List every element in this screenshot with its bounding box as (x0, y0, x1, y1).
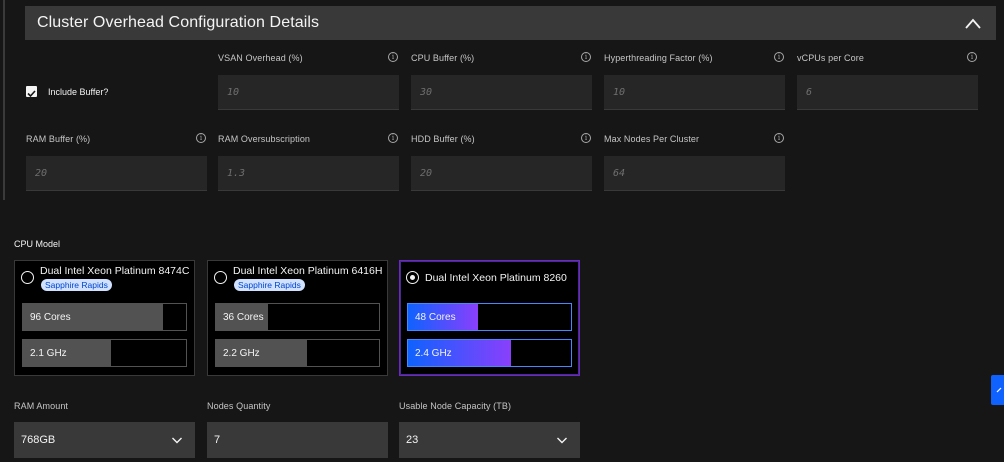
vsan-overhead-input[interactable]: 10 (218, 75, 399, 110)
hyperthreading-factor-label: Hyperthreading Factor (%) (604, 53, 713, 63)
info-icon[interactable]: i (581, 133, 591, 143)
ram-buffer-placeholder: 20 (35, 168, 48, 179)
ram-buffer-input[interactable]: 20 (26, 156, 207, 191)
cores-bar: 96 Cores (22, 303, 187, 331)
cores-value: 48 Cores (415, 312, 456, 323)
hdd-buffer-placeholder: 20 (420, 168, 433, 179)
frequency-bar: 2.1 GHz (22, 339, 187, 367)
checkmark-icon (27, 90, 36, 98)
ram-oversubscription-label: RAM Oversubscription (218, 134, 311, 144)
cpu-card-8260[interactable]: Dual Intel Xeon Platinum 8260 48 Cores 2… (399, 260, 580, 376)
chevron-down-icon (557, 437, 567, 444)
ram-amount-label: RAM Amount (14, 401, 69, 411)
cores-bar: 48 Cores (407, 303, 572, 331)
chevron-up-icon[interactable] (964, 15, 982, 33)
cpu-family-tag: Sapphire Rapids (234, 279, 305, 291)
cpu-card-6416h[interactable]: Dual Intel Xeon Platinum 6416H Sapphire … (207, 260, 388, 376)
nodes-quantity-label: Nodes Quantity (207, 401, 271, 411)
nodes-quantity-input[interactable]: 7 (207, 422, 388, 458)
ram-buffer-label: RAM Buffer (%) (26, 134, 91, 144)
include-buffer-label: Include Buffer? (48, 87, 109, 97)
arrow-up-icon (996, 387, 1002, 393)
accordion-header[interactable]: Cluster Overhead Configuration Details (25, 6, 996, 40)
radio-button[interactable] (21, 271, 34, 284)
include-buffer-checkbox[interactable] (26, 86, 37, 98)
info-icon[interactable]: i (967, 52, 977, 62)
back-to-top-button[interactable] (991, 375, 1004, 405)
usable-capacity-value: 23 (406, 434, 419, 446)
ram-oversubscription-placeholder: 1.3 (227, 168, 246, 179)
hdd-buffer-input[interactable]: 20 (411, 156, 592, 191)
info-icon[interactable]: i (581, 52, 591, 62)
cpu-buffer-input[interactable]: 30 (411, 75, 592, 110)
info-icon[interactable]: i (196, 133, 206, 143)
max-nodes-label: Max Nodes Per Cluster (604, 134, 700, 144)
vsan-overhead-label: VSAN Overhead (%) (218, 53, 303, 63)
cpu-buffer-label: CPU Buffer (%) (411, 53, 475, 63)
vcpus-per-core-input[interactable]: 6 (797, 75, 978, 110)
info-icon[interactable]: i (388, 52, 398, 62)
cores-value: 96 Cores (30, 312, 71, 323)
frequency-value: 2.1 GHz (30, 348, 67, 359)
radio-button-selected[interactable] (406, 271, 419, 284)
usable-capacity-label: Usable Node Capacity (TB) (399, 401, 512, 411)
max-nodes-placeholder: 64 (613, 168, 626, 179)
ram-amount-dropdown[interactable]: 768GB (14, 422, 195, 458)
cpu-card-8474c[interactable]: Dual Intel Xeon Platinum 8474C Sapphire … (14, 260, 195, 376)
frequency-value: 2.4 GHz (415, 348, 452, 359)
cores-bar: 36 Cores (215, 303, 380, 331)
max-nodes-input[interactable]: 64 (604, 156, 785, 191)
cpu-card-title: Dual Intel Xeon Platinum 8260 (425, 272, 567, 284)
cores-value: 36 Cores (223, 312, 264, 323)
frequency-value: 2.2 GHz (223, 348, 260, 359)
frequency-bar: 2.4 GHz (407, 339, 572, 367)
vsan-overhead-placeholder: 10 (227, 87, 240, 98)
nodes-quantity-value: 7 (214, 434, 221, 446)
panel-border (3, 0, 5, 200)
radio-button[interactable] (214, 271, 227, 284)
page: Cluster Overhead Configuration Details I… (0, 0, 1004, 462)
frequency-bar: 2.2 GHz (215, 339, 380, 367)
usable-capacity-dropdown[interactable]: 23 (399, 422, 580, 458)
cpu-card-title: Dual Intel Xeon Platinum 6416H (233, 265, 383, 277)
ram-amount-value: 768GB (21, 434, 56, 446)
cpu-model-label: CPU Model (14, 239, 61, 249)
cpu-family-tag: Sapphire Rapids (41, 279, 112, 291)
info-icon[interactable]: i (388, 133, 398, 143)
accordion-title: Cluster Overhead Configuration Details (37, 14, 320, 31)
ram-oversubscription-input[interactable]: 1.3 (218, 156, 399, 191)
hyperthreading-factor-input[interactable]: 10 (604, 75, 785, 110)
cpu-card-title: Dual Intel Xeon Platinum 8474C (40, 265, 190, 277)
vcpus-per-core-label: vCPUs per Core (797, 53, 864, 63)
hyperthreading-factor-placeholder: 10 (613, 87, 626, 98)
hdd-buffer-label: HDD Buffer (%) (411, 134, 475, 144)
chevron-down-icon (172, 437, 182, 444)
info-icon[interactable]: i (774, 52, 784, 62)
info-icon[interactable]: i (774, 133, 784, 143)
vcpus-per-core-placeholder: 6 (806, 87, 813, 98)
cpu-buffer-placeholder: 30 (420, 87, 433, 98)
